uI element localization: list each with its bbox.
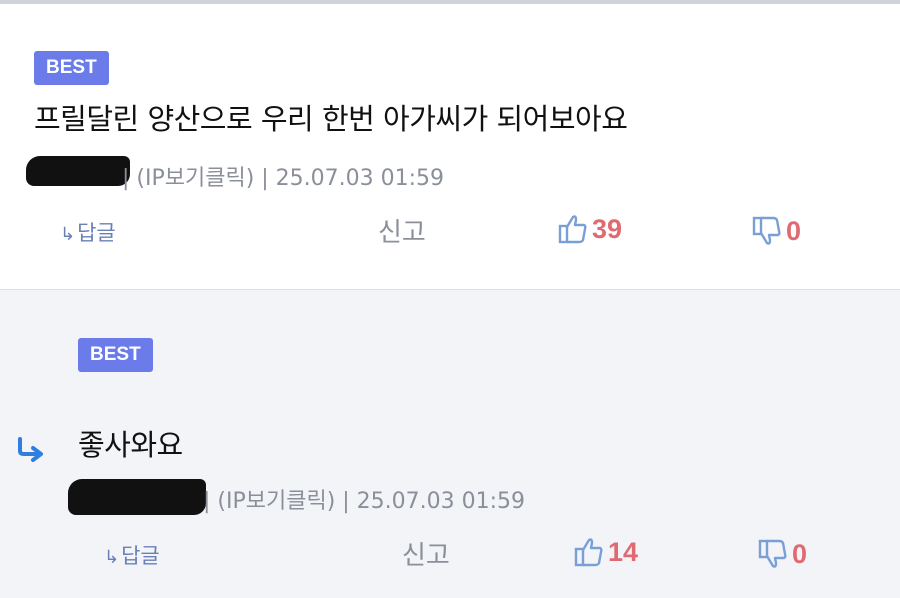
comment-meta: | (IP보기클릭) | 25.07.03 01:59	[203, 489, 526, 514]
like-button[interactable]: 14	[574, 536, 638, 568]
author-name-redacted[interactable]	[26, 156, 130, 186]
thumbs-down-icon	[752, 215, 782, 247]
dislike-button[interactable]: 0	[758, 538, 807, 570]
nested-reply-arrow-icon	[16, 437, 46, 467]
like-count: 14	[608, 536, 639, 567]
author-name-redacted[interactable]	[68, 479, 206, 515]
reply-arrow-icon: ↳	[60, 224, 76, 245]
comment-text: 프릴달린 양산으로 우리 한번 아가씨가 되어보아요	[34, 102, 628, 136]
thumbs-down-icon	[758, 538, 788, 570]
report-button[interactable]: 신고	[402, 535, 450, 572]
dislike-count: 0	[786, 215, 802, 246]
comment-text: 좋사와요	[78, 428, 183, 462]
reply-label: 답글	[121, 544, 160, 568]
best-badge: BEST	[34, 51, 109, 85]
best-reply-comment: BEST 좋사와요 | (IP보기클릭) | 25.07.03 01:59 ↳답…	[0, 289, 900, 598]
dislike-count: 0	[792, 538, 808, 569]
report-button[interactable]: 신고	[378, 212, 426, 249]
thumbs-up-icon	[574, 536, 604, 568]
best-badge: BEST	[78, 338, 153, 372]
faint-author-ghost	[80, 378, 166, 394]
like-count: 39	[592, 213, 623, 244]
thumbs-up-icon	[558, 213, 588, 245]
best-comment: BEST 프릴달린 양산으로 우리 한번 아가씨가 되어보아요 | (IP보기클…	[0, 4, 900, 289]
comment-meta: | (IP보기클릭) | 25.07.03 01:59	[122, 166, 445, 191]
reply-arrow-icon: ↳	[104, 547, 120, 568]
reply-button[interactable]: ↳답글	[104, 540, 160, 570]
like-button[interactable]: 39	[558, 213, 622, 245]
reply-label: 답글	[77, 221, 116, 245]
reply-button[interactable]: ↳답글	[60, 217, 116, 247]
dislike-button[interactable]: 0	[752, 215, 801, 247]
